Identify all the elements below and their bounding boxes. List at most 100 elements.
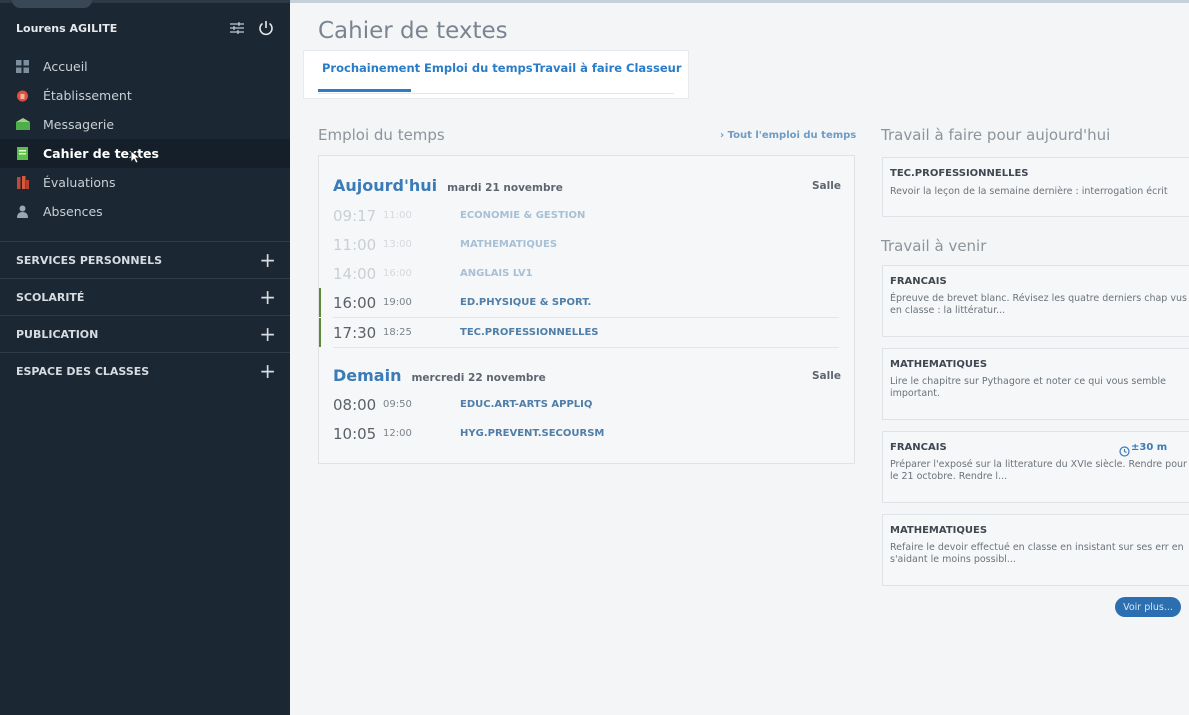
end-time: 18:25 (383, 327, 412, 338)
start-time: 09:17 (333, 206, 377, 225)
current-marker (319, 318, 321, 347)
schedule-row[interactable]: 14:00 16:00 ANGLAIS LV1 (333, 259, 839, 288)
task-card[interactable]: MATHEMATIQUES Refaire le devoir effectué… (882, 514, 1189, 586)
start-time: 08:00 (333, 395, 377, 414)
main-content: Cahier de textes Prochainement Emploi du… (290, 0, 1189, 715)
tab-classeur[interactable]: Classeur (626, 61, 682, 75)
sidebar-item-label: Absences (43, 204, 103, 219)
subject: EDUC.ART-ARTS APPLIQ (460, 399, 593, 410)
section-label: ESPACE DES CLASSES (16, 364, 150, 378)
day-name: Demain (333, 366, 402, 385)
task-subject: TEC.PROFESSIONNELLES (890, 168, 1029, 179)
task-subject: MATHEMATIQUES (890, 359, 988, 370)
power-icon[interactable] (257, 18, 275, 38)
subject: TEC.PROFESSIONNELLES (460, 327, 599, 338)
sidebar-nav: Accueil Établissement Messagerie Cahier … (0, 52, 290, 226)
day-header-tomorrow: Demain mercredi 22 novembre (333, 366, 546, 385)
schedule-section-title: Emploi du temps (318, 126, 445, 144)
task-description: Revoir la leçon de la semaine dernière :… (890, 186, 1168, 197)
day-date: mercredi 22 novembre (411, 372, 546, 384)
all-schedule-link[interactable]: › Tout l'emploi du temps (720, 130, 856, 141)
sidebar-top-tab[interactable] (12, 0, 92, 8)
tab-bar: Prochainement Emploi du temps Travail à … (304, 51, 688, 98)
expand-plus-icon[interactable]: + (259, 248, 276, 272)
settings-sliders-icon[interactable] (229, 18, 247, 38)
mail-icon (16, 118, 30, 131)
start-time: 16:00 (333, 293, 377, 312)
schedule-row[interactable]: 09:17 11:00 ECONOMIE & GESTION (333, 201, 839, 230)
current-marker (319, 288, 321, 317)
start-time: 17:30 (333, 323, 377, 342)
schedule-row[interactable]: 08:00 09:50 EDUC.ART-ARTS APPLIQ (333, 390, 839, 419)
task-card[interactable]: FRANCAIS ±30 m Préparer l'exposé sur la … (882, 431, 1189, 503)
mouse-cursor-icon (130, 150, 142, 167)
subject: ED.PHYSIQUE & SPORT. (460, 297, 592, 308)
task-card[interactable]: TEC.PROFESSIONNELLES Revoir la leçon de … (882, 157, 1189, 217)
sidebar-item-cahier-de-textes[interactable]: Cahier de textes (0, 139, 290, 168)
section-label: SERVICES PERSONNELS (16, 253, 163, 267)
subject: ECONOMIE & GESTION (460, 210, 586, 221)
section-scolarite[interactable]: SCOLARITÉ + (0, 278, 290, 315)
upcoming-work-title: Travail à venir (881, 237, 987, 255)
schedule-card: Aujourd'hui mardi 21 novembre Salle 09:1… (318, 155, 855, 464)
sidebar-item-label: Établissement (43, 88, 132, 103)
task-description: Lire le chapitre sur Pythagore et noter … (890, 376, 1166, 399)
page-title: Cahier de textes (318, 18, 508, 44)
top-strip (290, 0, 1189, 3)
end-time: 09:50 (383, 399, 412, 410)
subject: ANGLAIS LV1 (460, 268, 533, 279)
task-subject: FRANCAIS (890, 442, 947, 453)
end-time: 11:00 (383, 210, 412, 221)
schedule-row[interactable]: 16:00 19:00 ED.PHYSIQUE & SPORT. (319, 288, 839, 317)
active-tab-underline (318, 89, 411, 92)
section-espace-des-classes[interactable]: ESPACE DES CLASSES + (0, 352, 290, 389)
section-publication[interactable]: PUBLICATION + (0, 315, 290, 352)
task-card[interactable]: FRANCAIS Épreuve de brevet blanc. Révise… (882, 265, 1189, 337)
day-name: Aujourd'hui (333, 176, 438, 195)
building-icon (16, 89, 29, 102)
expand-plus-icon[interactable]: + (259, 322, 276, 346)
expand-plus-icon[interactable]: + (259, 359, 276, 383)
end-time: 16:00 (383, 268, 412, 279)
task-card[interactable]: MATHEMATIQUES Lire le chapitre sur Pytha… (882, 348, 1189, 420)
end-time: 19:00 (383, 297, 412, 308)
sidebar-item-messagerie[interactable]: Messagerie (0, 110, 290, 139)
sidebar-item-etablissement[interactable]: Établissement (0, 81, 290, 110)
start-time: 11:00 (333, 235, 377, 254)
room-header: Salle (812, 180, 841, 192)
sidebar-item-label: Messagerie (43, 117, 115, 132)
tab-travail-a-faire[interactable]: Travail à faire (533, 61, 622, 75)
user-name[interactable]: Lourens AGILITE (16, 22, 117, 35)
day-date: mardi 21 novembre (447, 182, 563, 194)
subject: HYG.PREVENT.SECOURSM (460, 428, 605, 439)
task-subject: FRANCAIS (890, 276, 947, 287)
section-label: SCOLARITÉ (16, 290, 85, 304)
day-header-today: Aujourd'hui mardi 21 novembre (333, 176, 563, 195)
tabs-baseline (318, 93, 674, 94)
section-label: PUBLICATION (16, 327, 99, 341)
sidebar-item-absences[interactable]: Absences (0, 197, 290, 226)
end-time: 13:00 (383, 239, 412, 250)
sidebar-item-label: Évaluations (43, 175, 116, 190)
subject: MATHEMATIQUES (460, 239, 558, 250)
task-description: Préparer l'exposé sur la litterature du … (890, 459, 1187, 482)
tab-emploi-du-temps[interactable]: Emploi du temps (424, 61, 533, 75)
task-description: Refaire le devoir effectué en classe en … (890, 542, 1184, 565)
start-time: 10:05 (333, 424, 377, 443)
room-header: Salle (812, 370, 841, 382)
section-services-personnels[interactable]: SERVICES PERSONNELS + (0, 241, 290, 278)
schedule-row[interactable]: 17:30 18:25 TEC.PROFESSIONNELLES (319, 318, 839, 347)
start-time: 14:00 (333, 264, 377, 283)
evaluations-icon (16, 176, 29, 189)
see-more-button[interactable]: Voir plus... (1115, 597, 1181, 617)
sidebar-item-accueil[interactable]: Accueil (0, 52, 290, 81)
schedule-row[interactable]: 11:00 13:00 MATHEMATIQUES (333, 230, 839, 259)
expand-plus-icon[interactable]: + (259, 285, 276, 309)
tab-prochainement[interactable]: Prochainement (322, 61, 420, 75)
sidebar-item-label: Accueil (43, 59, 88, 74)
sidebar-item-label: Cahier de textes (43, 146, 159, 161)
sidebar: Lourens AGILITE Accueil Établissement Me… (0, 0, 290, 715)
person-icon (16, 205, 29, 218)
sidebar-item-evaluations[interactable]: Évaluations (0, 168, 290, 197)
schedule-row[interactable]: 10:05 12:00 HYG.PREVENT.SECOURSM (333, 419, 839, 448)
